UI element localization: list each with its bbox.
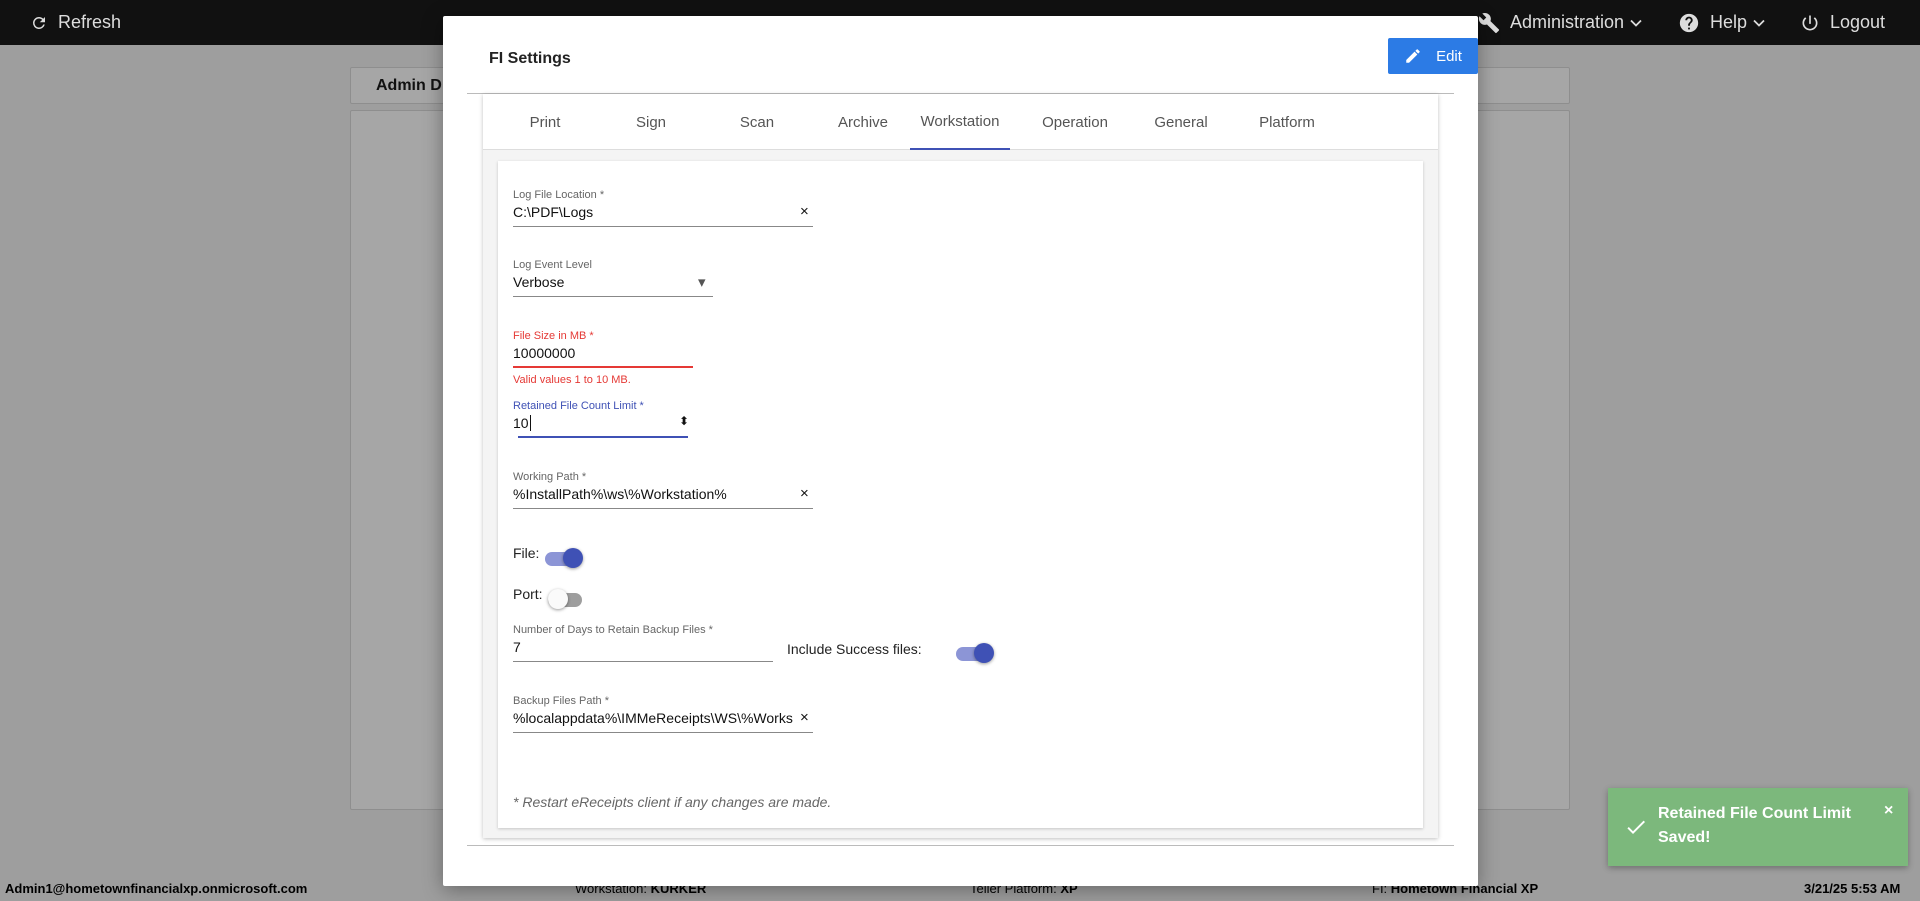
log-event-level-select[interactable]: Log Event Level Verbose ▾ [513,259,713,299]
help-menu[interactable]: Help [1678,0,1765,45]
log-file-location-field: Log File Location * C:\PDF\Logs × [513,189,813,229]
toast-close-icon[interactable]: × [1884,802,1893,820]
settings-tabs: Print Sign Scan Archive Workstation Oper… [483,94,1438,150]
wrench-icon [1478,12,1500,33]
dialog-title: FI Settings [489,50,571,67]
working-path-field: Working Path * %InstallPath%\ws\%Worksta… [513,471,813,511]
backup-path-input[interactable]: %localappdata%\IMMeReceipts\WS\%Works [513,710,793,726]
status-user: Admin1@hometownfinancialxp.onmicrosoft.c… [5,881,308,896]
help-label: Help [1710,12,1748,32]
port-toggle[interactable] [548,589,584,609]
file-size-input[interactable]: 10000000 [513,345,575,361]
clear-icon[interactable]: × [800,203,809,220]
help-circle-icon [1679,13,1699,32]
fi-settings-dialog: FI Settings Edit Print Sign Scan Archive… [443,16,1478,886]
administration-label: Administration [1510,12,1625,32]
logout-button[interactable]: Logout [1800,0,1885,45]
field-underline [513,296,713,297]
retained-file-count-label: Retained File Count Limit * [513,400,644,412]
retained-file-count-input[interactable]: 10 [513,415,531,431]
settings-card: Print Sign Scan Archive Workstation Oper… [483,94,1438,838]
toast-message: Retained File Count Limit Saved! [1658,805,1851,846]
dialog-header: FI Settings Edit [467,38,1478,94]
file-toggle[interactable] [545,548,583,568]
field-underline [513,661,773,662]
file-size-error-text: Valid values 1 to 10 MB. [513,374,631,386]
field-underline-error [513,366,693,368]
power-icon [1802,15,1818,30]
backup-path-field: Backup Files Path * %localappdata%\IMMeR… [513,695,813,735]
tab-platform[interactable]: Platform [1237,94,1337,150]
toggle-thumb [563,548,583,568]
tab-archive[interactable]: Archive [813,94,913,150]
file-toggle-label: File: [513,545,540,561]
dialog-footer-divider [467,845,1454,846]
edit-label: Edit [1436,47,1462,65]
field-underline [513,226,813,227]
workstation-settings-form: Log File Location * C:\PDF\Logs × Log Ev… [498,161,1423,828]
background-page-title: Admin D [376,77,442,94]
log-event-level-label: Log Event Level [513,259,592,271]
chevron-down-icon [1753,19,1765,27]
days-retain-input[interactable]: 7 [513,639,521,655]
field-underline-focus [518,436,688,438]
tab-workstation[interactable]: Workstation [910,94,1010,150]
chevron-down-icon [1630,19,1642,27]
log-file-location-label: Log File Location * [513,189,605,201]
include-success-toggle[interactable] [956,643,994,663]
refresh-icon [32,16,45,29]
log-event-level-value: Verbose [513,274,565,290]
success-toast: Retained File Count Limit Saved! × [1608,788,1908,866]
file-size-label: File Size in MB * [513,330,594,342]
retained-file-count-field: Retained File Count Limit * 10 ⬍ [513,400,693,440]
tab-sign[interactable]: Sign [601,94,701,150]
tab-print[interactable]: Print [495,94,595,150]
working-path-input[interactable]: %InstallPath%\ws\%Workstation% [513,486,783,502]
backup-path-label: Backup Files Path * [513,695,609,707]
logout-label: Logout [1830,12,1886,32]
days-retain-label: Number of Days to Retain Backup Files * [513,624,713,636]
number-stepper-icon[interactable]: ⬍ [679,414,689,428]
tab-operation[interactable]: Operation [1025,94,1125,150]
include-success-label: Include Success files: [787,641,922,657]
working-path-label: Working Path * [513,471,587,483]
clear-icon[interactable]: × [800,709,809,726]
clear-icon[interactable]: × [800,485,809,502]
edit-button[interactable]: Edit [1388,38,1478,74]
toggle-thumb [974,643,994,663]
days-retain-field: Number of Days to Retain Backup Files * … [513,624,773,664]
refresh-label: Refresh [58,12,122,32]
tab-scan[interactable]: Scan [707,94,807,150]
port-toggle-label: Port: [513,586,543,602]
restart-note: * Restart eReceipts client if any change… [513,794,832,810]
log-file-location-input[interactable]: C:\PDF\Logs [513,204,783,220]
toggle-thumb [548,589,568,609]
pencil-icon [1406,49,1420,63]
status-datetime: 3/21/25 5:53 AM [1804,881,1901,896]
field-underline [513,508,813,509]
tab-general[interactable]: General [1131,94,1231,150]
dropdown-arrow-icon: ▾ [698,274,706,291]
file-size-field: File Size in MB * 10000000 Valid values … [513,330,693,390]
refresh-button[interactable]: Refresh [30,0,121,45]
administration-menu[interactable]: Administration [1478,0,1642,45]
checkmark-icon [1627,820,1645,834]
field-underline [513,732,813,733]
